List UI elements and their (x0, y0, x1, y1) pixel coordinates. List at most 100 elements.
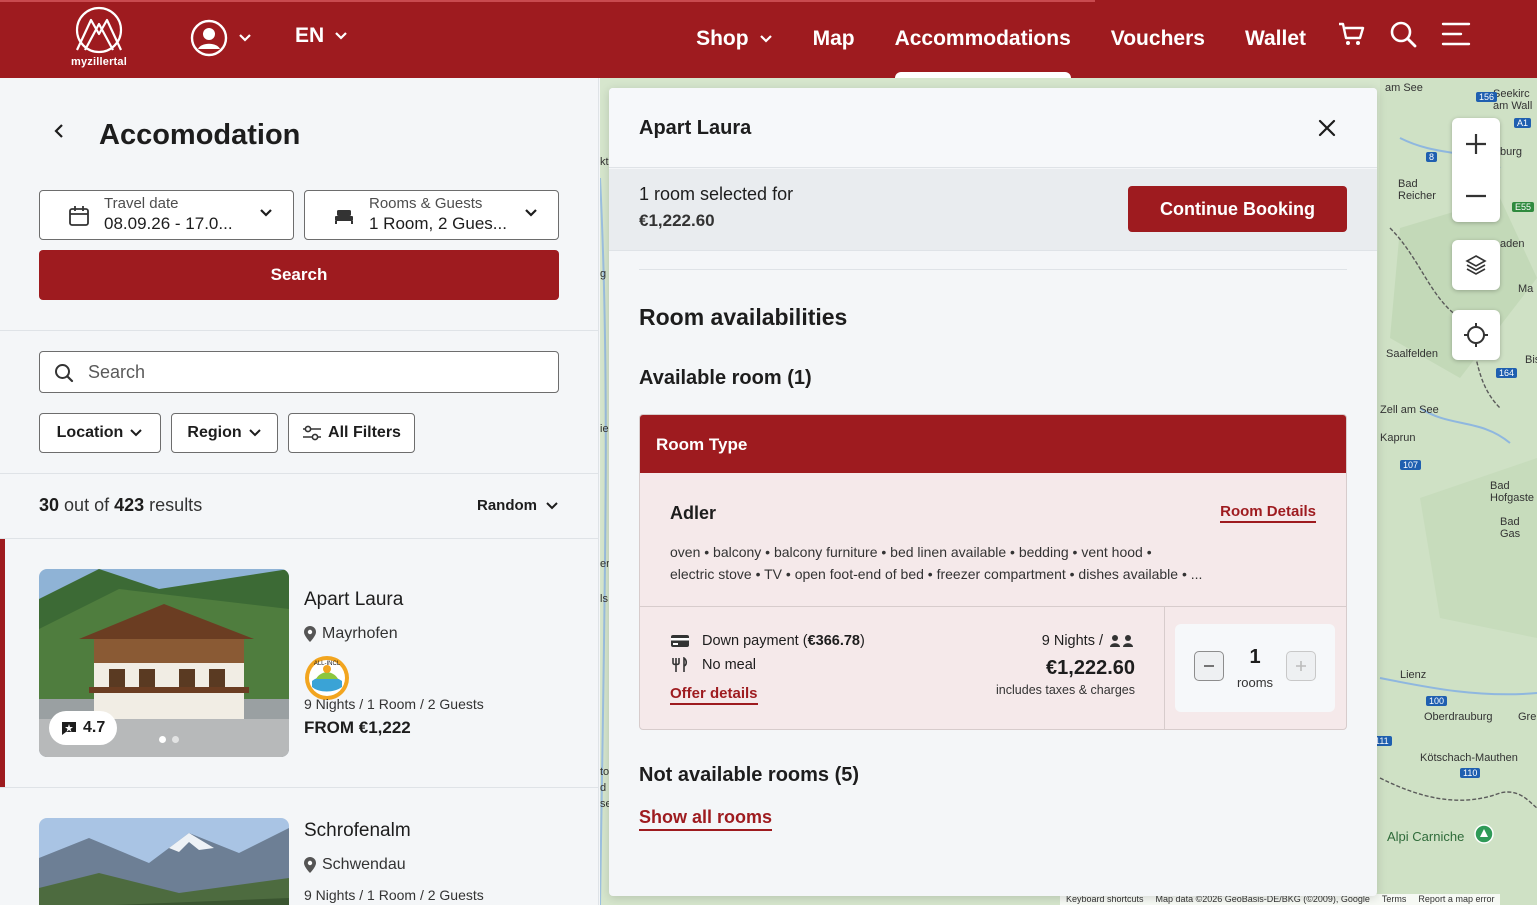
location-filter-label: Location (56, 424, 124, 441)
search-input[interactable] (88, 358, 538, 386)
road-sign: 107 (1400, 460, 1422, 470)
travel-date-value: 08.09.26 - 17.0... (104, 214, 233, 233)
map-label: Kötschach-Mauthen (1420, 752, 1518, 764)
site-logo[interactable]: myzillertal (62, 6, 136, 72)
report-error-link[interactable]: Report a map error (1418, 894, 1494, 905)
review-icon (62, 722, 76, 735)
cart-icon[interactable] (1337, 20, 1365, 48)
meal-plan-text: No meal (702, 657, 756, 673)
main-nav: Shop Map Accommodations Vouchers Wallet (696, 0, 1306, 78)
room-name: Adler (670, 503, 717, 523)
zoom-in-icon[interactable] (1452, 118, 1500, 170)
map-label: Seekirc am Wall (1493, 88, 1533, 112)
meal-plan: No meal (670, 653, 865, 677)
park-marker-icon[interactable] (1474, 824, 1494, 846)
available-rooms-heading: Available room (1) (639, 367, 812, 389)
road-sign: 164 (1496, 368, 1518, 378)
layers-button[interactable] (1452, 240, 1500, 290)
badge-text: ALL-INCL (314, 661, 341, 667)
road-sign: 156 (1476, 92, 1498, 102)
results-summary: 30 out of 423 results Random (39, 495, 559, 516)
chevron-down-icon (525, 209, 537, 217)
room-offer: Down payment (€366.78) No meal Offer det… (640, 606, 1346, 729)
accommodation-detail-panel: Apart Laura 1 room selected for €1,222.6… (609, 88, 1377, 896)
location-filter[interactable]: Location (39, 413, 161, 453)
back-button[interactable] (52, 122, 66, 140)
nights-guests: 9 Nights / (996, 633, 1135, 649)
continue-booking-button[interactable]: Continue Booking (1128, 186, 1347, 232)
map-label: ls (600, 593, 608, 605)
road-sign: 8 (1426, 152, 1438, 162)
search-panel: Accomodation Travel date 08.09.26 - 17.0… (0, 78, 599, 905)
results-count: 30 out of 423 results (39, 495, 202, 516)
nav-accommodations[interactable]: Accommodations (894, 0, 1071, 78)
rating-badge: 4.7 (49, 711, 118, 745)
map-pin-icon (304, 626, 316, 642)
nav-vouchers[interactable]: Vouchers (1111, 0, 1205, 78)
map-label: Ma (1518, 283, 1534, 295)
listing-name[interactable]: Apart Laura (304, 589, 403, 611)
search-icon[interactable] (1389, 20, 1417, 48)
account-menu[interactable] (190, 19, 252, 57)
map-label: Bis (1525, 354, 1537, 366)
listing-card[interactable]: Schrofenalm Schwendau 9 Nights / 1 Room … (0, 788, 598, 905)
listing-stay: 9 Nights / 1 Room / 2 Guests (304, 887, 484, 903)
photo-dot[interactable] (159, 736, 166, 743)
map-label: Gre (1518, 711, 1537, 723)
all-filters-button[interactable]: All Filters (288, 413, 415, 453)
close-icon[interactable] (1315, 116, 1339, 140)
nav-shop[interactable]: Shop (696, 0, 773, 78)
nav-vouchers-label: Vouchers (1110, 27, 1205, 50)
map-label: d (600, 782, 607, 794)
room-card: Room Type Adler Room Details oven • balc… (639, 414, 1347, 730)
photo-pagination (159, 736, 179, 743)
locate-button[interactable] (1452, 310, 1500, 360)
map-label: burg (1500, 146, 1523, 158)
results-suffix: results (149, 495, 203, 515)
chevron-down-icon (759, 35, 772, 43)
map-label: Lienz (1400, 669, 1427, 681)
chevron-down-icon (260, 209, 272, 217)
terms-link[interactable]: Terms (1382, 894, 1407, 905)
mountain-logo-icon (75, 6, 123, 54)
nav-wallet[interactable]: Wallet (1245, 0, 1306, 78)
room-availabilities-heading: Room availabilities (639, 304, 848, 330)
room-type-header: Room Type (640, 415, 1346, 473)
search-icon (55, 364, 74, 383)
sort-dropdown[interactable]: Random (477, 497, 559, 514)
region-filter-label: Region (187, 424, 242, 441)
down-payment: Down payment (€366.78) (670, 629, 865, 653)
chevron-left-icon (54, 124, 63, 138)
listing-name[interactable]: Schrofenalm (304, 820, 411, 842)
increase-button[interactable] (1286, 651, 1316, 681)
offer-details-link[interactable]: Offer details (670, 685, 758, 705)
listing-photo[interactable] (39, 818, 289, 905)
nav-map[interactable]: Map (813, 0, 855, 78)
rating-value: 4.7 (83, 719, 106, 736)
divider (0, 330, 598, 331)
travel-date-field[interactable]: Travel date 08.09.26 - 17.0... (39, 190, 294, 240)
language-selector[interactable]: EN (295, 24, 348, 48)
map-label: Saalfelden (1386, 348, 1438, 360)
rooms-guests-label: Rooms & Guests (369, 195, 483, 212)
search-button[interactable]: Search (39, 250, 559, 300)
nav-shop-label: Shop (696, 27, 749, 50)
room-details-link[interactable]: Room Details (1220, 503, 1316, 523)
all-filters-label: All Filters (328, 424, 401, 441)
rooms-guests-field[interactable]: Rooms & Guests 1 Room, 2 Gues... (304, 190, 559, 240)
listing-photo[interactable]: 4.7 (39, 569, 289, 757)
photo-dot[interactable] (172, 736, 179, 743)
crosshair-icon (1464, 323, 1488, 347)
calendar-icon (69, 206, 89, 226)
selection-price: €1,222.60 (639, 211, 715, 230)
show-all-rooms-link[interactable]: Show all rooms (639, 807, 773, 831)
divider (639, 269, 1347, 270)
menu-icon[interactable] (1441, 21, 1471, 47)
region-filter[interactable]: Region (171, 413, 278, 453)
listing-card[interactable]: 4.7 Apart Laura Mayrhofen ALL-INCL (0, 539, 598, 787)
zoom-out-icon[interactable] (1452, 170, 1500, 222)
room-amenities: oven • balcony • balcony furniture • bed… (670, 544, 1152, 560)
map-label: to (600, 766, 610, 778)
listing-price: FROM €1,222 (304, 718, 411, 737)
sliders-icon (303, 425, 322, 441)
